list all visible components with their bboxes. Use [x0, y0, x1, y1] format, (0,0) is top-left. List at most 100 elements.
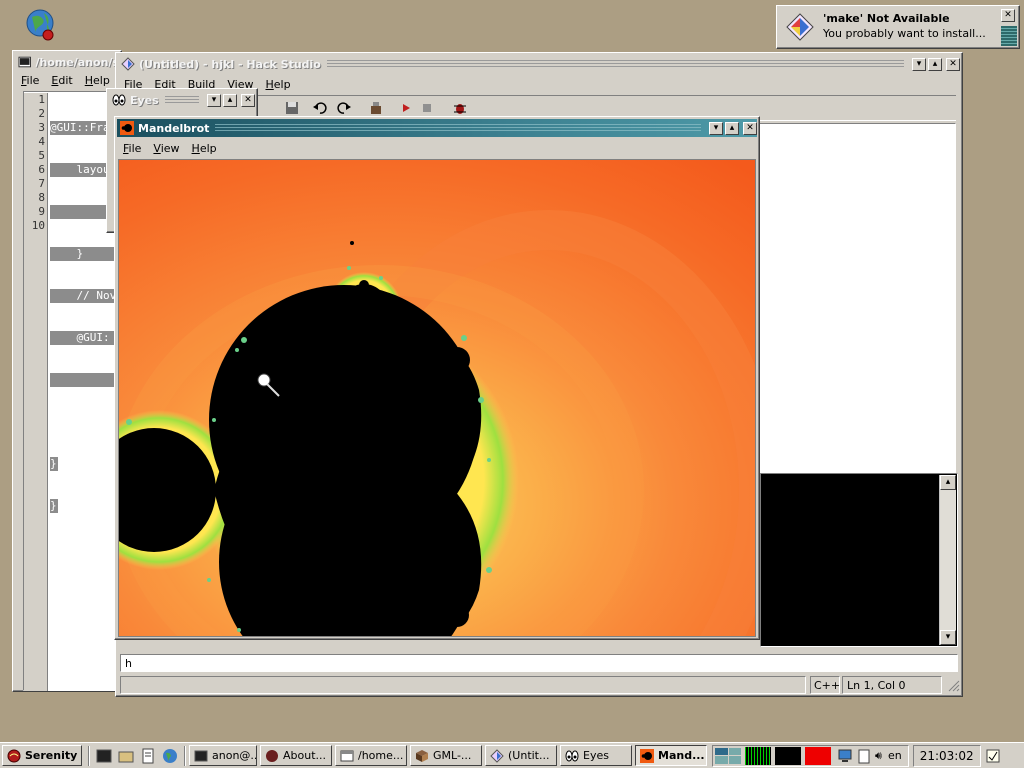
scroll-down-button[interactable]: ▾ — [940, 630, 956, 645]
volume-icon[interactable]: 🔊︎ — [875, 749, 882, 763]
line-number: 6 — [38, 163, 45, 176]
desktop-switcher[interactable] — [715, 747, 741, 764]
hs-terminal-panel[interactable] — [760, 473, 958, 647]
taskbar-button-eyes[interactable]: Eyes — [560, 745, 632, 766]
notifications-icon[interactable] — [985, 748, 1001, 764]
taskbar-button-label: /home... — [358, 749, 404, 762]
mandelbrot-titlebar[interactable]: Mandelbrot ▾ ▴ ✕ — [117, 119, 757, 137]
taskbar-button-label: About... — [283, 749, 327, 762]
save-icon[interactable] — [284, 100, 300, 116]
desktop-browser-icon[interactable] — [24, 8, 58, 42]
folder-window-icon — [340, 750, 354, 761]
taskbar-button-label: Mand... — [658, 749, 705, 762]
terminal-scrollbar[interactable]: ▴ ▾ — [939, 475, 956, 645]
terminal-menubar: File Edit Help — [15, 71, 119, 89]
network-icon[interactable] — [837, 748, 853, 764]
start-button[interactable]: Serenity — [2, 745, 82, 766]
debug-icon[interactable] — [452, 100, 468, 116]
mandelbrot-canvas[interactable] — [118, 159, 756, 637]
stop-icon[interactable] — [422, 103, 432, 113]
resize-grip-icon[interactable] — [946, 678, 960, 692]
close-button[interactable]: ✕ — [946, 57, 960, 71]
mandelbrot-fractal-image — [119, 160, 755, 636]
hackstudio-icon — [490, 748, 504, 763]
minimize-button[interactable]: ▾ — [709, 121, 723, 135]
clock[interactable]: 21:03:02 — [912, 744, 981, 767]
redo-icon[interactable] — [336, 100, 352, 116]
mandelbrot-window[interactable]: Mandelbrot ▾ ▴ ✕ File View Help — [114, 116, 760, 640]
hackstudio-titlebar[interactable]: (Untitled) - hjkl - Hack Studio ▾ ▴ ✕ — [118, 55, 960, 73]
terminal-titlebar[interactable]: /home/anon/s — [15, 53, 119, 71]
terminal-icon — [194, 750, 208, 761]
network-graph — [805, 746, 831, 765]
minimize-button[interactable]: ▾ — [207, 93, 221, 107]
terminal-title: /home/anon/s — [35, 55, 119, 69]
keyboard-layout[interactable]: en — [888, 749, 902, 762]
taskbar-button-label: GML-... — [433, 749, 472, 762]
terminal-menu-edit[interactable]: Edit — [45, 74, 78, 87]
quick-terminal-icon[interactable] — [95, 747, 113, 765]
serenity-icon — [7, 749, 21, 762]
build-icon[interactable] — [368, 100, 384, 116]
mb-menu-view[interactable]: View — [147, 142, 185, 155]
taskbar-button-label: anon@... — [212, 749, 257, 762]
taskbar-button-gml[interactable]: GML-... — [410, 745, 482, 766]
eyes-icon — [565, 750, 579, 761]
title-stripes — [215, 124, 701, 132]
minimize-button[interactable]: ▾ — [912, 57, 926, 71]
undo-icon[interactable] — [312, 100, 328, 116]
code-line: } — [50, 247, 122, 261]
clipboard-icon[interactable] — [857, 748, 871, 764]
hs-menu-help[interactable]: Help — [259, 78, 296, 91]
eyes-titlebar[interactable]: Eyes ▾ ▴ ✕ — [109, 91, 255, 109]
cpu-graph — [745, 746, 771, 765]
mb-menu-help[interactable]: Help — [186, 142, 223, 155]
notification-progress — [1001, 26, 1017, 46]
quick-browser-icon[interactable] — [161, 747, 179, 765]
close-button[interactable]: ✕ — [743, 121, 757, 135]
maximize-button[interactable]: ▴ — [928, 57, 942, 71]
eyes-title: Eyes — [130, 93, 159, 107]
hackstudio-icon — [786, 13, 814, 41]
serenity-icon — [266, 749, 278, 762]
taskbar: Serenity anon@... About... /home... GML-… — [0, 742, 1024, 768]
taskbar-button-label: (Untit... — [508, 749, 550, 762]
terminal-icon — [18, 56, 31, 68]
scroll-up-button[interactable]: ▴ — [940, 475, 956, 490]
terminal-input[interactable]: h — [120, 654, 958, 672]
code-line: @GUI: — [50, 331, 122, 345]
notification-close-button[interactable]: ✕ — [1001, 9, 1015, 22]
notification-title: 'make' Not Available — [823, 12, 950, 25]
mb-menu-file[interactable]: File — [117, 142, 147, 155]
quick-text-editor-icon[interactable] — [139, 747, 157, 765]
taskbar-button-hackstudio[interactable]: (Untit... — [485, 745, 557, 766]
maximize-button[interactable]: ▴ — [223, 93, 237, 107]
taskbar-button-mandelbrot[interactable]: Mand... — [635, 745, 707, 766]
run-icon[interactable] — [400, 102, 412, 114]
taskbar-button-home[interactable]: /home... — [335, 745, 407, 766]
code-line: // Nov — [50, 289, 122, 303]
taskbar-button-label: Eyes — [583, 749, 609, 762]
quick-file-manager-icon[interactable] — [117, 747, 135, 765]
close-button[interactable]: ✕ — [241, 93, 255, 107]
title-stripes — [326, 60, 904, 68]
notification-popup[interactable]: 'make' Not Available You probably want t… — [776, 5, 1020, 49]
book-icon — [416, 749, 428, 762]
taskbar-separator — [184, 745, 186, 766]
taskbar-button-about[interactable]: About... — [260, 745, 332, 766]
line-number: 9 — [38, 205, 45, 218]
eyes-icon — [112, 94, 126, 106]
hackstudio-title: (Untitled) - hjkl - Hack Studio — [139, 57, 321, 71]
code-line: } — [50, 499, 58, 513]
line-number: 8 — [38, 191, 45, 204]
taskbar-button-terminal[interactable]: anon@... — [189, 745, 257, 766]
maximize-button[interactable]: ▴ — [725, 121, 739, 135]
mandelbrot-icon — [120, 121, 134, 135]
code-line: } — [50, 457, 58, 471]
mandelbrot-title: Mandelbrot — [138, 121, 210, 135]
terminal-menu-help[interactable]: Help — [79, 74, 116, 87]
taskbar-separator — [88, 745, 90, 766]
terminal-menu-file[interactable]: File — [15, 74, 45, 87]
status-bar: C++ Ln 1, Col 0 — [120, 676, 960, 694]
